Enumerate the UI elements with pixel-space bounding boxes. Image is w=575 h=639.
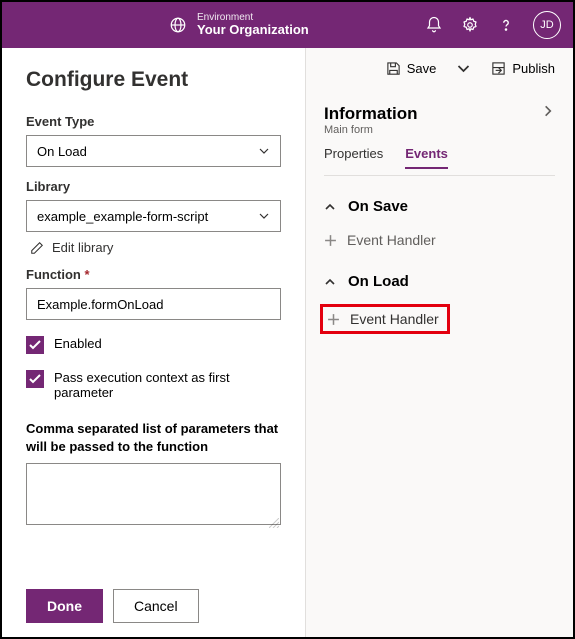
tab-properties[interactable]: Properties <box>324 146 383 169</box>
info-subtitle: Main form <box>324 124 448 136</box>
check-icon <box>29 374 41 384</box>
section-on-load-label: On Load <box>348 273 409 290</box>
chevron-down-icon <box>456 61 471 76</box>
library-select[interactable]: example_example-form-script <box>26 200 281 232</box>
edit-library-link[interactable]: Edit library <box>26 240 281 255</box>
publish-label: Publish <box>512 61 555 76</box>
save-icon <box>386 61 401 76</box>
enabled-checkbox[interactable] <box>26 336 44 354</box>
avatar-initials: JD <box>540 19 553 31</box>
plus-icon <box>327 313 340 326</box>
check-icon <box>29 340 41 350</box>
event-type-label: Event Type <box>26 114 281 129</box>
event-handler-label: Event Handler <box>350 311 439 327</box>
section-on-save[interactable]: On Save <box>324 198 555 215</box>
cancel-button-label: Cancel <box>134 598 178 614</box>
chevron-right-icon[interactable] <box>541 104 555 118</box>
event-type-select[interactable]: On Load <box>26 135 281 167</box>
library-value: example_example-form-script <box>37 209 208 224</box>
configure-event-panel: Configure Event Event Type On Load Libra… <box>2 48 305 637</box>
command-bar: Save Publish <box>306 48 573 88</box>
event-type-value: On Load <box>37 144 87 159</box>
add-event-handler-on-save[interactable]: Event Handler <box>320 229 555 251</box>
right-panel: Save Publish Information Main form Prope… <box>305 48 573 637</box>
tab-events[interactable]: Events <box>405 146 448 169</box>
function-input[interactable] <box>26 288 281 320</box>
section-on-save-label: On Save <box>348 198 408 215</box>
event-handler-label: Event Handler <box>347 232 436 248</box>
params-textarea[interactable] <box>26 463 281 525</box>
chevron-down-icon <box>258 210 270 222</box>
resize-handle-icon[interactable] <box>269 518 279 528</box>
environment-label: Environment <box>197 12 309 23</box>
save-dropdown[interactable] <box>450 57 477 80</box>
pencil-icon <box>30 241 44 255</box>
cancel-button[interactable]: Cancel <box>113 589 199 623</box>
publish-button[interactable]: Publish <box>485 57 561 80</box>
library-label: Library <box>26 179 281 194</box>
gear-icon[interactable] <box>461 16 479 34</box>
pass-context-checkbox[interactable] <box>26 370 44 388</box>
function-label: Function * <box>26 267 281 282</box>
add-event-handler-on-load[interactable]: Event Handler <box>320 304 450 334</box>
bell-icon[interactable] <box>425 16 443 34</box>
section-on-load[interactable]: On Load <box>324 273 555 290</box>
enabled-label: Enabled <box>54 336 102 351</box>
topbar: Environment Your Organization JD <box>2 2 573 48</box>
help-icon[interactable] <box>497 16 515 34</box>
done-button[interactable]: Done <box>26 589 103 623</box>
chevron-up-icon <box>324 276 336 288</box>
chevron-down-icon <box>258 145 270 157</box>
avatar[interactable]: JD <box>533 11 561 39</box>
pass-context-label: Pass execution context as first paramete… <box>54 370 281 400</box>
params-label: Comma separated list of parameters that … <box>26 420 281 455</box>
panel-title: Configure Event <box>26 68 281 92</box>
done-button-label: Done <box>47 598 82 614</box>
edit-library-label: Edit library <box>52 240 113 255</box>
chevron-up-icon <box>324 201 336 213</box>
environment-name: Your Organization <box>197 23 309 37</box>
publish-icon <box>491 61 506 76</box>
plus-icon <box>324 234 337 247</box>
save-button[interactable]: Save <box>380 57 443 80</box>
info-title: Information <box>324 104 448 124</box>
save-label: Save <box>407 61 437 76</box>
environment-icon <box>169 16 187 34</box>
environment-block[interactable]: Environment Your Organization <box>169 12 309 37</box>
